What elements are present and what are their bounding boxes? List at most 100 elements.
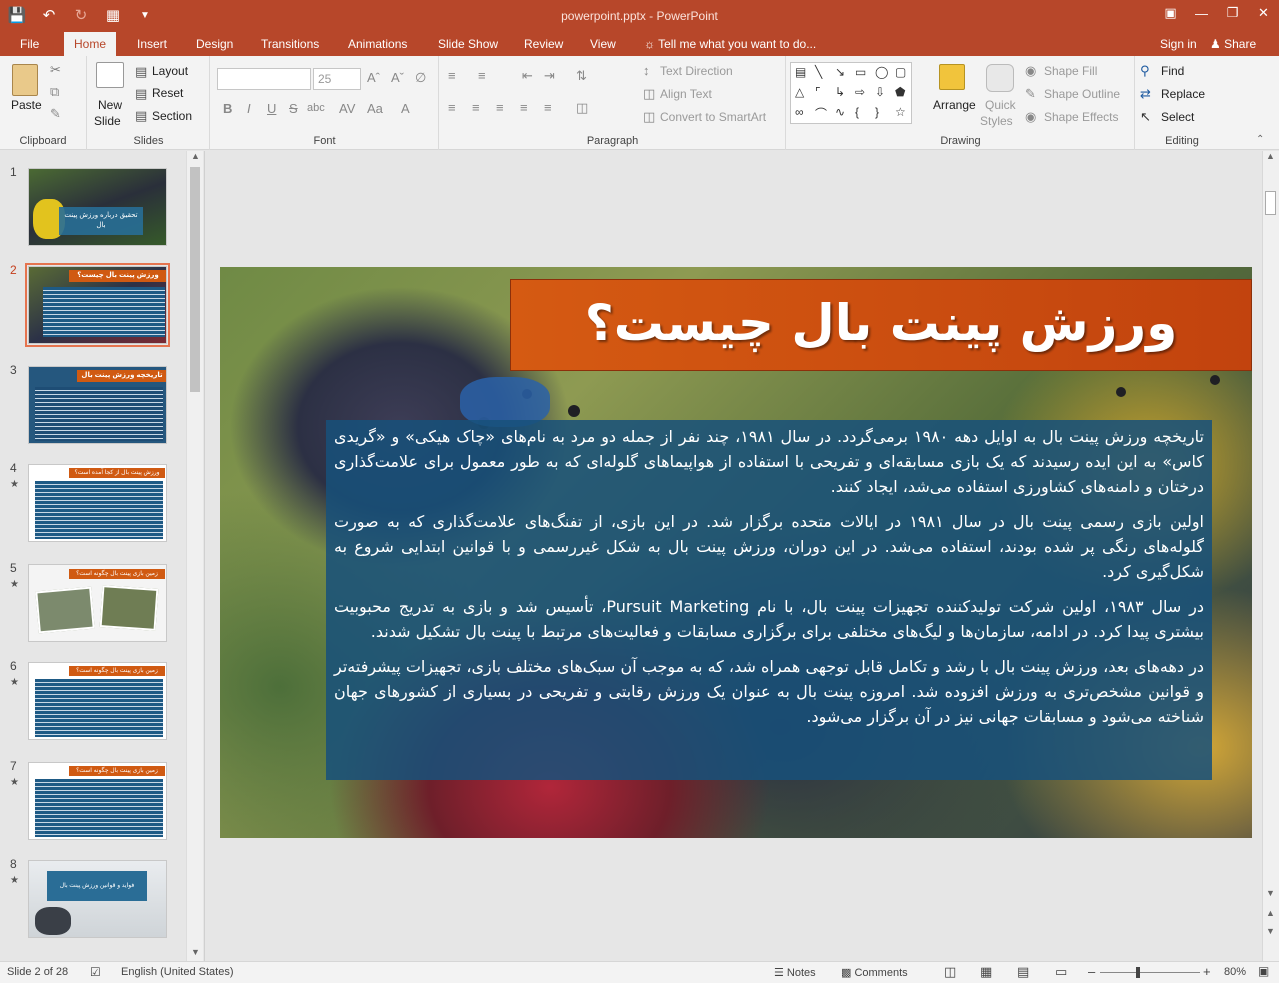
italic-button[interactable]: I xyxy=(247,101,251,116)
numbering-icon[interactable]: ≡ xyxy=(478,68,486,83)
slide-thumbnail-4[interactable]: ورزش پینت بال از کجا آمده است؟ xyxy=(28,464,167,542)
tab-file[interactable]: File xyxy=(10,32,49,56)
tab-design[interactable]: Design xyxy=(186,32,243,56)
slide-thumbnail-7[interactable]: زمین بازی پینت بال چگونه است؟ xyxy=(28,762,167,840)
tab-transitions[interactable]: Transitions xyxy=(251,32,329,56)
bullets-icon[interactable]: ≡ xyxy=(448,68,456,83)
tab-home[interactable]: Home xyxy=(64,32,117,56)
new-slide-label-2[interactable]: Slide xyxy=(94,114,121,128)
slide-scrollbar[interactable]: ▲ ▼ ▲ ▼ xyxy=(1262,151,1279,961)
reading-view-icon[interactable]: ▤ xyxy=(1017,964,1029,980)
zoom-slider-thumb[interactable] xyxy=(1136,967,1140,978)
tell-me-box[interactable]: ☼ Tell me what you want to do... xyxy=(644,32,816,56)
paste-button[interactable]: Paste xyxy=(11,98,42,112)
collapse-ribbon-icon[interactable]: ⌃ xyxy=(1256,134,1264,145)
justify-icon[interactable]: ≡ xyxy=(520,100,528,115)
slide-body-box[interactable]: تاریخچه ورزش پینت بال به اوایل دهه ۱۹۸۰ … xyxy=(326,420,1212,780)
pentagon-shape-icon[interactable]: ⬟ xyxy=(895,85,905,99)
brace-left-icon[interactable]: { xyxy=(855,105,859,119)
normal-view-icon[interactable]: ◫ xyxy=(944,964,956,980)
convert-smartart-button[interactable]: Convert to SmartArt xyxy=(660,110,766,124)
star-shape-icon[interactable]: ☆ xyxy=(895,105,906,119)
arrange-button[interactable]: Arrange xyxy=(933,98,976,112)
bent-arrow-icon[interactable]: ↳ xyxy=(835,85,845,99)
right-arrow-shape-icon[interactable]: ⇨ xyxy=(855,85,865,99)
down-arrow-shape-icon[interactable]: ⇩ xyxy=(875,85,885,99)
shadow-button[interactable]: abc xyxy=(307,102,325,114)
zoom-out-icon[interactable]: – xyxy=(1088,964,1095,979)
share-button[interactable]: ♟ Share xyxy=(1210,32,1256,56)
current-slide[interactable]: ورزش پینت بال چیست؟ تاریخچه ورزش پینت با… xyxy=(220,267,1252,838)
line-shape-icon[interactable]: ╲ xyxy=(815,65,822,79)
close-icon[interactable]: ✕ xyxy=(1248,0,1279,26)
curve-shape-icon[interactable]: ∿ xyxy=(835,105,845,119)
previous-slide-icon[interactable]: ▲ xyxy=(1266,908,1275,918)
text-box-shape-icon[interactable]: ▤ xyxy=(795,65,806,79)
columns-icon[interactable]: ◫ xyxy=(576,100,588,116)
brace-right-icon[interactable]: } xyxy=(875,105,879,119)
grow-font-icon[interactable]: Aˆ xyxy=(367,70,380,85)
slide-thumbnail-3[interactable]: تاریخچه ورزش پینت بال xyxy=(28,366,167,444)
underline-button[interactable]: U xyxy=(267,101,276,116)
replace-button[interactable]: Replace xyxy=(1161,87,1205,101)
elbow-connector-icon[interactable]: ⌜ xyxy=(815,85,821,99)
thumbnail-scrollbar[interactable]: ▲ ▼ xyxy=(186,151,203,961)
language[interactable]: English (United States) xyxy=(121,966,234,978)
slideshow-view-icon[interactable]: ▭ xyxy=(1055,964,1067,980)
scroll-up-icon[interactable]: ▲ xyxy=(191,151,200,161)
tab-insert[interactable]: Insert xyxy=(127,32,177,56)
arrow-line-shape-icon[interactable]: ↘ xyxy=(835,65,845,79)
align-text-button[interactable]: Align Text xyxy=(660,87,712,101)
decrease-indent-icon[interactable]: ⇤ xyxy=(522,68,533,84)
line-spacing-icon[interactable]: ⇅ xyxy=(576,68,587,84)
oval-shape-icon[interactable]: ◯ xyxy=(875,65,888,79)
align-center-icon[interactable]: ≡ xyxy=(472,100,480,115)
ribbon-options-icon[interactable]: ▣ xyxy=(1155,0,1186,26)
quick-styles-label-2[interactable]: Styles xyxy=(980,114,1013,128)
font-name-input[interactable] xyxy=(217,68,311,90)
shape-effects-button[interactable]: Shape Effects xyxy=(1044,110,1119,124)
shrink-font-icon[interactable]: Aˇ xyxy=(391,70,404,85)
layout-button[interactable]: Layout xyxy=(152,64,188,78)
slide-thumbnail-1[interactable]: تحقیق درباره ورزش پینت بال xyxy=(28,168,167,246)
zoom-slider-track[interactable] xyxy=(1100,972,1200,973)
shapes-gallery[interactable]: ▤ ╲ ↘ ▭ ◯ ▢ △ ⌜ ↳ ⇨ ⇩ ⬟ ∞ ⌒ ∿ { } ☆ xyxy=(790,62,912,124)
text-direction-button[interactable]: Text Direction xyxy=(660,64,733,78)
fit-slide-icon[interactable]: ▣ xyxy=(1258,964,1269,978)
slide-thumbnail-2[interactable]: ورزش پینت بال چیست؟ xyxy=(25,263,170,347)
zoom-level[interactable]: 80% xyxy=(1224,966,1246,978)
slide-thumbnail-8[interactable]: فواید و قوانین ورزش پینت بال xyxy=(28,860,167,938)
cut-icon[interactable]: ✂ xyxy=(50,62,61,78)
slide-thumbnail-5[interactable]: زمین بازی پینت بال چگونه است؟ xyxy=(28,564,167,642)
slide-scroll-thumb[interactable] xyxy=(1265,191,1276,215)
sign-in-link[interactable]: Sign in xyxy=(1160,32,1197,56)
change-case-icon[interactable]: Aa xyxy=(367,101,383,116)
rounded-rect-shape-icon[interactable]: ▢ xyxy=(895,65,906,79)
find-button[interactable]: Find xyxy=(1161,64,1184,78)
section-button[interactable]: Section xyxy=(152,109,192,123)
font-size-input[interactable]: 25 xyxy=(313,68,361,90)
quick-styles-label-1[interactable]: Quick xyxy=(985,98,1016,112)
zoom-in-icon[interactable]: + xyxy=(1203,964,1211,979)
new-slide-label-1[interactable]: New xyxy=(98,98,122,112)
notes-button[interactable]: ☰ Notes xyxy=(774,966,816,979)
minimize-icon[interactable]: — xyxy=(1186,0,1217,26)
scroll-down-icon[interactable]: ▼ xyxy=(1266,888,1275,898)
align-right-icon[interactable]: ≡ xyxy=(496,100,504,115)
restore-icon[interactable]: ❐ xyxy=(1217,0,1248,26)
align-left-icon[interactable]: ≡ xyxy=(448,100,456,115)
bold-button[interactable]: B xyxy=(223,101,232,116)
scroll-down-icon[interactable]: ▼ xyxy=(191,947,200,957)
tab-review[interactable]: Review xyxy=(514,32,573,56)
shape-fill-button[interactable]: Shape Fill xyxy=(1044,64,1097,78)
format-painter-icon[interactable]: ✎ xyxy=(50,106,61,122)
clear-formatting-icon[interactable]: ∅ xyxy=(415,70,426,86)
copy-icon[interactable]: ⧉ xyxy=(50,84,59,100)
arc-shape-icon[interactable]: ⌒ xyxy=(815,105,827,122)
rtl-icon[interactable]: ≡ xyxy=(544,100,552,115)
increase-indent-icon[interactable]: ⇥ xyxy=(544,68,555,84)
tab-animations[interactable]: Animations xyxy=(338,32,417,56)
freeform-shape-icon[interactable]: ∞ xyxy=(795,105,804,119)
comments-button[interactable]: ▩ Comments xyxy=(841,966,908,979)
select-button[interactable]: Select xyxy=(1161,110,1194,124)
